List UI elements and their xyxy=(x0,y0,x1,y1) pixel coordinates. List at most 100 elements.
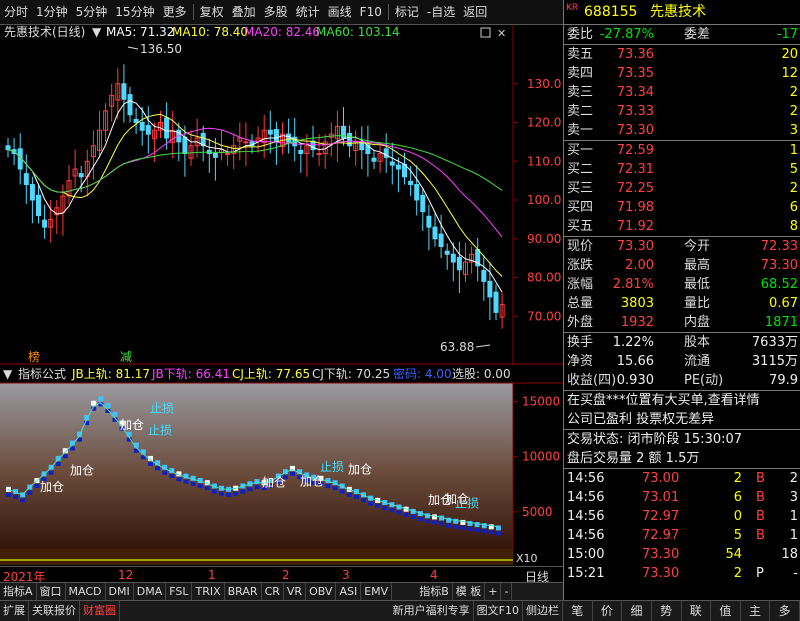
quote-tab-6[interactable]: 主 xyxy=(741,601,771,621)
tab-4[interactable]: DMA xyxy=(134,583,167,601)
sell-row[interactable]: 卖五 73.36 20 xyxy=(564,45,800,64)
indicator-mark xyxy=(162,470,168,475)
signal-label: 止损 xyxy=(320,460,344,474)
signal-label: 加仓 xyxy=(120,418,144,432)
signal-label: 止损 xyxy=(150,402,174,416)
indicator-mark xyxy=(339,489,345,494)
tab-15[interactable]: + xyxy=(485,583,502,601)
news-item-1[interactable]: 在买盘***位置有大买单,查看详情 xyxy=(564,391,800,410)
indicator-mark xyxy=(211,489,217,494)
indicator-mark xyxy=(233,491,239,496)
weibi-row: 委比 -27.87% 委差 -17 xyxy=(567,27,798,42)
toolbar-btn-1[interactable]: 1分钟 xyxy=(32,0,72,24)
x10-label: X10 xyxy=(516,552,538,565)
indicator-menu-icon[interactable]: ▼ xyxy=(3,367,13,381)
toolbar-btn-0[interactable]: 分时 xyxy=(0,0,32,24)
tab-5[interactable]: FSL xyxy=(166,583,193,601)
tab-13[interactable]: 指标B xyxy=(416,583,453,601)
buy-row[interactable]: 买五 71.92 8 xyxy=(564,217,800,236)
signal-label: 止损 xyxy=(148,424,172,438)
buy-row[interactable]: 买二 72.31 5 xyxy=(564,160,800,179)
sell-row[interactable]: 卖二 73.33 2 xyxy=(564,102,800,121)
tab-9[interactable]: VR xyxy=(284,583,307,601)
toolbar-btn-8[interactable]: 统计 xyxy=(292,0,324,24)
indicator-mark xyxy=(396,510,402,515)
indicator-mark xyxy=(91,400,97,406)
tab-1[interactable]: 窗口 xyxy=(37,583,66,601)
toolbar-btn-12[interactable]: -自选 xyxy=(423,0,459,24)
buy-row[interactable]: 买四 71.98 6 xyxy=(564,198,800,217)
statusbar-item-0[interactable]: 扩展 xyxy=(0,601,29,621)
quote-tab-1[interactable]: 价 xyxy=(593,601,623,621)
stat-row: 涨幅 2.81% 最低 68.52 xyxy=(567,277,798,292)
indicator-mark xyxy=(361,498,366,503)
tab-2[interactable]: MACD xyxy=(66,583,106,601)
indicator-chart[interactable]: ▼ 指标公式 JB上轨: 81.17 JB下轨: 66.41 CJ上轨: 77.… xyxy=(0,365,563,565)
indicator-mark xyxy=(453,518,459,524)
indicator-mark xyxy=(290,471,295,476)
chart-menu-icon[interactable]: ▼ xyxy=(92,25,102,39)
indicator-mark xyxy=(13,495,19,500)
indicator-mark xyxy=(169,474,175,479)
indicator-mark xyxy=(417,517,423,522)
news-item-2[interactable]: 公司已盈利 投票权无差异 xyxy=(564,410,800,429)
cj-up-label: CJ上轨: 77.65 xyxy=(232,367,310,381)
high-price-marker: 136.50 xyxy=(140,42,182,56)
toolbar-btn-3[interactable]: 15分钟 xyxy=(111,0,158,24)
indicator-mark xyxy=(219,491,224,496)
ma60-label: MA60: 103.14 xyxy=(316,25,400,39)
close-icon[interactable]: ✕ xyxy=(497,27,506,40)
statusbar-item-1[interactable]: 关联报价 xyxy=(29,601,80,621)
toolbar-btn-13[interactable]: 返回 xyxy=(459,0,491,24)
stat2-row: 收益(四) 0.930 PE(动) 79.9 xyxy=(567,373,798,388)
quote-header: KR 688155 先惠技术 xyxy=(564,0,800,24)
sell-row[interactable]: 卖三 73.34 2 xyxy=(564,83,800,102)
indicator-mark xyxy=(325,484,331,488)
toolbar-btn-10[interactable]: F10 xyxy=(356,0,386,24)
statusbar-item-4[interactable]: 图文F10 xyxy=(474,601,523,621)
buy-row[interactable]: 买一 72.59 1 xyxy=(564,141,800,160)
tab-14[interactable]: 模 板 xyxy=(453,583,486,601)
indicator-mark xyxy=(6,492,11,497)
tab-0[interactable]: 指标A xyxy=(0,583,37,601)
ind-tick-2: 5000 xyxy=(522,505,553,519)
quote-tab-2[interactable]: 细 xyxy=(622,601,652,621)
weicha-value: -17 xyxy=(776,27,798,42)
indicator-mark xyxy=(332,486,338,491)
toolbar-btn-2[interactable]: 5分钟 xyxy=(72,0,112,24)
sell-row[interactable]: 卖四 73.35 12 xyxy=(564,64,800,83)
statusbar-item-5[interactable]: 侧边栏 xyxy=(523,601,563,621)
indicator-mark xyxy=(240,489,246,494)
tab-16[interactable]: - xyxy=(501,583,513,601)
quote-tab-7[interactable]: 多 xyxy=(770,601,800,621)
tab-10[interactable]: OBV xyxy=(306,583,337,601)
quote-tab-4[interactable]: 联 xyxy=(682,601,712,621)
quote-tab-3[interactable]: 势 xyxy=(652,601,682,621)
toolbar-btn-6[interactable]: 叠加 xyxy=(228,0,260,24)
indicator-mark xyxy=(176,477,182,482)
statusbar-item-3[interactable]: 新用户福利专享 xyxy=(390,601,474,621)
indicator-mark xyxy=(439,521,445,526)
quote-tab-5[interactable]: 值 xyxy=(711,601,741,621)
statusbar-item-2[interactable]: 财富圈 xyxy=(80,601,120,621)
toolbar-btn-9[interactable]: 画线 xyxy=(324,0,356,24)
toolbar-btn-4[interactable]: 更多 xyxy=(159,0,191,24)
tab-8[interactable]: CR xyxy=(262,583,284,601)
candlestick-chart[interactable]: 130.0 120.0 110.0 100.0 90.00 80.00 70.00 先惠技术… xyxy=(0,25,563,365)
sell-row[interactable]: 卖一 73.30 3 xyxy=(564,121,800,140)
toolbar-btn-5[interactable]: 复权 xyxy=(196,0,228,24)
toolbar-btn-7[interactable]: 多股 xyxy=(260,0,292,24)
after-hours-volume: 盘后交易量 2 额 1.5万 xyxy=(567,451,700,466)
indicator-mark xyxy=(55,455,61,461)
tab-3[interactable]: DMI xyxy=(106,583,134,601)
tab-7[interactable]: BRAR xyxy=(225,583,262,601)
tab-12[interactable]: EMV xyxy=(361,583,393,601)
stock-name: 先惠技术 xyxy=(650,4,706,20)
stat2-row: 净资 15.66 流通 3115万 xyxy=(567,354,798,369)
quote-tab-0[interactable]: 笔 xyxy=(563,601,593,621)
buy-row[interactable]: 买三 72.25 2 xyxy=(564,179,800,198)
toolbar-btn-11[interactable]: 标记 xyxy=(391,0,423,24)
tab-11[interactable]: ASI xyxy=(336,583,362,601)
tab-6[interactable]: TRIX xyxy=(192,583,225,601)
stock-code: 688155 xyxy=(584,4,638,20)
